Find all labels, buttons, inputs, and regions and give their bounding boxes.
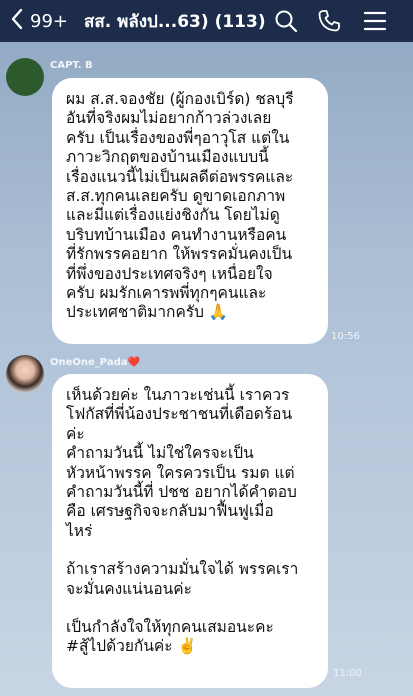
sender-name-text: OneOne_Pada bbox=[50, 357, 128, 368]
message-line: เห็นด้วยค่ะ ในภาวะเช่นนี้ เราควร bbox=[66, 386, 290, 404]
unread-count: 99+ bbox=[30, 10, 68, 32]
message-bubble[interactable]: เห็นด้วยค่ะ ในภาวะเช่นนี้ เราควร โฟกัสที่… bbox=[52, 374, 328, 688]
message-line: ส.ส.ทุกคนเลยครับ ดูขาดเอกภาพ bbox=[66, 187, 286, 206]
heart-emoji: ❤️ bbox=[127, 357, 140, 368]
message-line: ไหร่ bbox=[66, 521, 93, 540]
message-line: โฟกัสที่พี่น้องประชาชนที่เดือดร้อน bbox=[66, 405, 293, 424]
back-button[interactable]: 99+ bbox=[10, 8, 68, 34]
message-bubble[interactable]: ผม ส.ส.จองชัย (ผู้กองเบิร์ด) ชลบุรี อันที… bbox=[52, 78, 328, 344]
chevron-left-icon bbox=[10, 8, 24, 34]
message-line: ค่ะ bbox=[66, 424, 85, 443]
sender-name: OneOne_Pada❤️ bbox=[50, 357, 140, 368]
message-line: หัวหน้าพรรค ใครควรเป็น รมต แต่ bbox=[66, 463, 295, 482]
message-line: ประเทศชาติมากครับ 🙏 bbox=[66, 303, 229, 322]
message-time: 11:00 bbox=[333, 668, 362, 679]
message-line bbox=[66, 541, 316, 560]
menu-icon[interactable] bbox=[362, 8, 388, 34]
message-line: ครับ ผมรักเคารพพี่ทุกๆคนและ bbox=[66, 284, 267, 303]
sender-name: CAPT. B bbox=[50, 60, 93, 71]
message-line: จะมั่นคงแน่นอนค่ะ bbox=[66, 579, 192, 598]
message-line: ผม ส.ส.จองชัย (ผู้กองเบิร์ด) ชลบุรี bbox=[66, 90, 294, 108]
avatar[interactable] bbox=[6, 58, 44, 96]
chat-header: 99+ สส. พลังป...63) (113) bbox=[0, 0, 413, 42]
chat-title[interactable]: สส. พลังป...63) (113) bbox=[84, 8, 266, 35]
message-line: คือ เศรษฐกิจจะกลับมาฟื้นฟูเมื่อ bbox=[66, 502, 274, 521]
message-line: ที่พึ่งของประเทศจริงๆ เหนื่อยใจ bbox=[66, 264, 273, 283]
message-line: เรื่องแนวนี้ไม่เป็นผลดีต่อพรรคและ bbox=[66, 167, 294, 186]
search-icon[interactable] bbox=[273, 8, 299, 34]
message-line bbox=[66, 599, 316, 618]
message-line: ภาวะวิกฤตของบ้านเมืองแบบนี้ bbox=[66, 148, 269, 167]
message-line: คำถามวันนี้ที่ ปชช อยากได้คำตอบ bbox=[66, 483, 297, 502]
avatar[interactable] bbox=[6, 355, 44, 393]
phone-icon[interactable] bbox=[316, 8, 342, 34]
message-line: #สู้ไปด้วยกันค่ะ ✌️ bbox=[66, 637, 197, 656]
message-line: อันที่จริงผมไม่อยากก้าวล่วงเลย bbox=[66, 109, 272, 128]
message-line: เป็นกำลังใจให้ทุกคนเสมอนะคะ bbox=[66, 618, 274, 637]
message-line: ที่รักพรรคอยาก ให้พรรคมั่นคงเป็น bbox=[66, 245, 293, 264]
message-line: ครับ เป็นเรื่องของพี่ๆอาวุโส แต่ใน bbox=[66, 128, 290, 147]
message-line: บริบทบ้านเมือง คนทำงานหรือคน bbox=[66, 225, 287, 244]
message-line: ถ้าเราสร้างความมั่นใจได้ พรรคเรา bbox=[66, 560, 299, 579]
message-line: คำถามวันนี้ ไม่ใช่ใครจะเป็น bbox=[66, 444, 254, 463]
message-line: และมีแต่เรื่องแย่งชิงกัน โดยไม่ดู bbox=[66, 206, 280, 225]
message-time: 10:56 bbox=[331, 331, 360, 342]
